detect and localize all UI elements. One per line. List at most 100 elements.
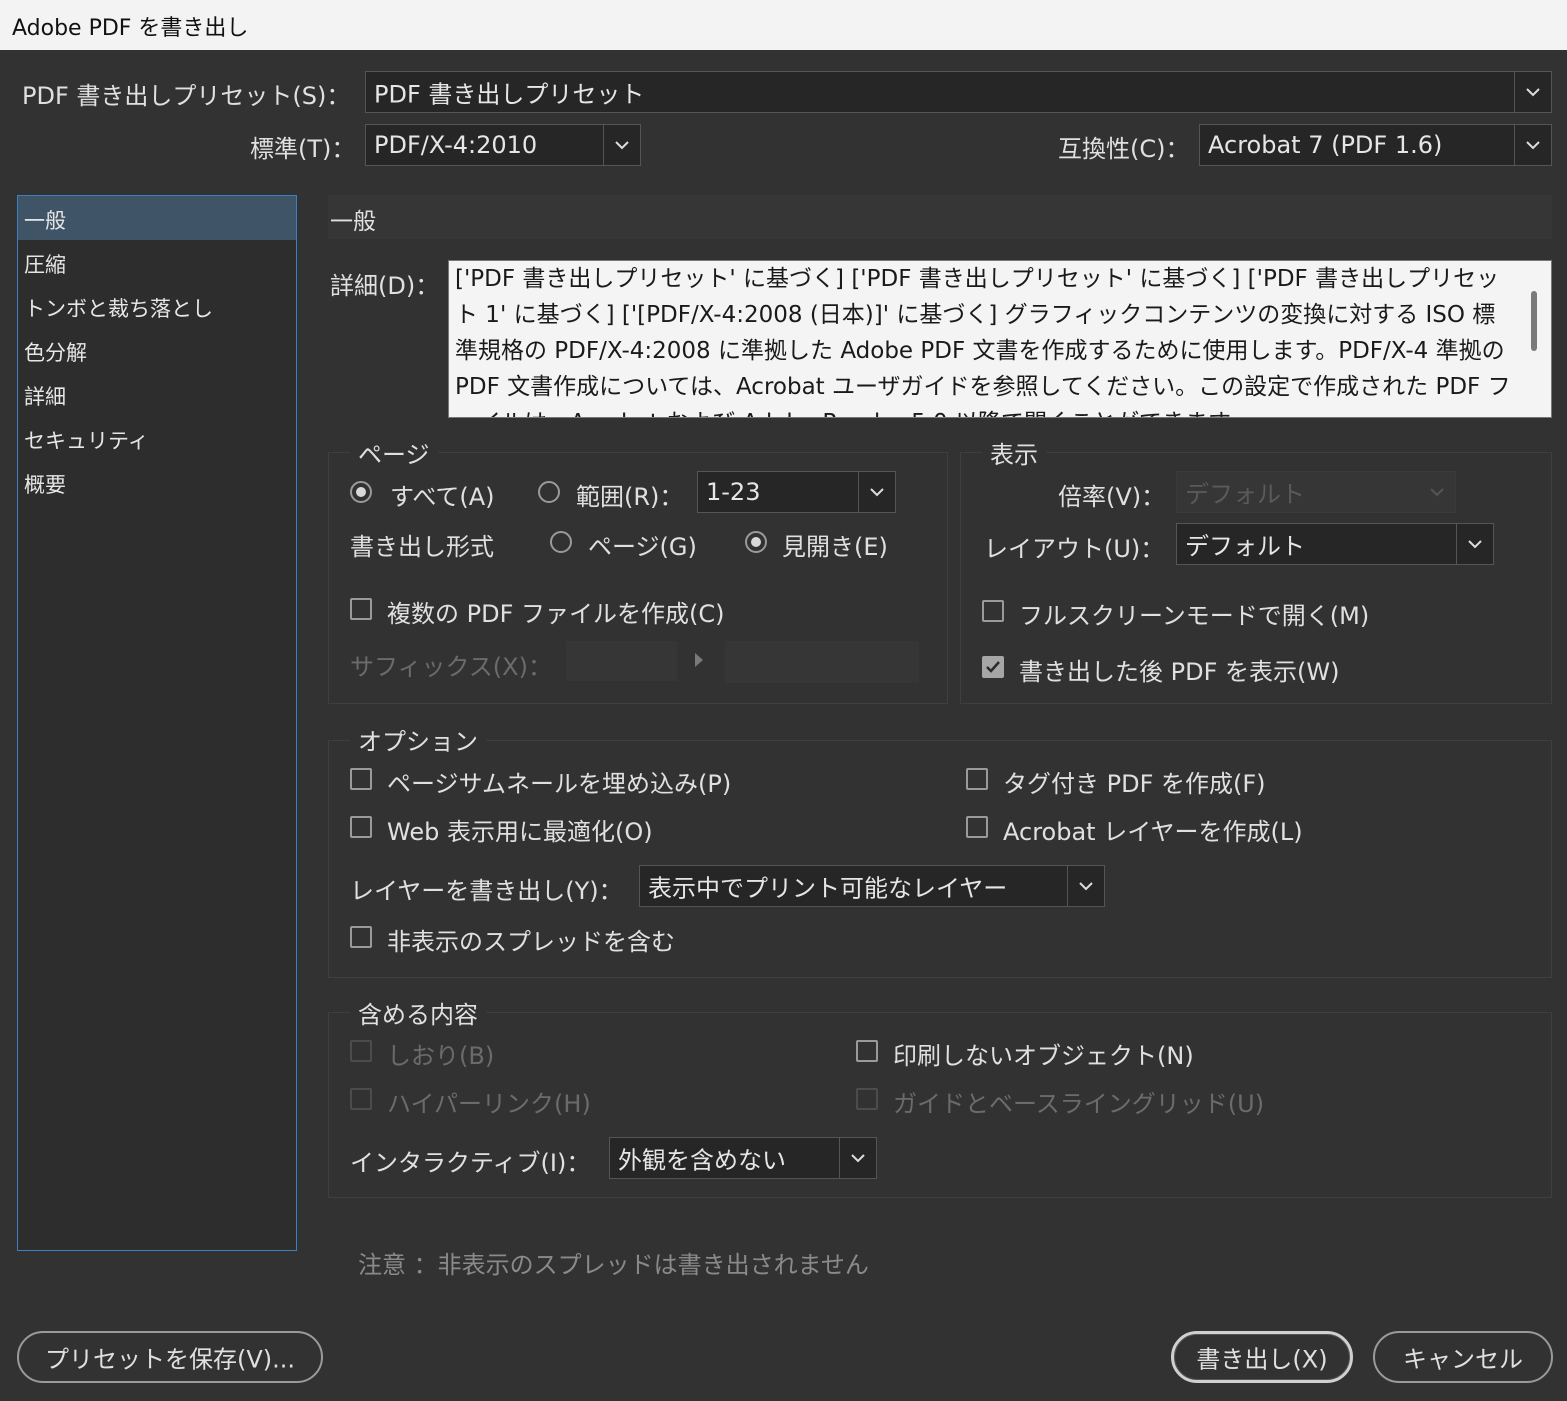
guides-checkbox[interactable] [856,1088,878,1110]
sidebar-item-general[interactable]: 一般 [18,196,296,240]
suffix-value-field[interactable] [725,641,919,683]
chevron-down-icon[interactable] [839,1138,876,1178]
hyperlinks-checkbox[interactable] [350,1088,372,1110]
scrollbar-thumb[interactable] [1531,291,1537,351]
sidebar-item-advanced[interactable]: 詳細 [18,372,296,416]
export-format-label: 書き出し形式 [350,533,494,561]
save-preset-label: プリセットを保存(V)... [44,1345,296,1374]
hidden-spreads-label: 非表示のスプレッドを含む [387,928,675,956]
compat-value: Acrobat 7 (PDF 1.6) [1208,131,1443,159]
tagged-pdf-label: タグ付き PDF を作成(F) [1003,770,1266,798]
standard-dropdown[interactable]: PDF/X-4:2010 [365,124,641,166]
pages-legend: ページ [350,435,438,470]
check-icon [986,661,1000,673]
zoom-label: 倍率(V)： [1058,483,1166,511]
range-radio[interactable] [538,481,560,503]
hidden-spreads-checkbox[interactable] [350,926,372,948]
tagged-pdf-checkbox[interactable] [966,768,988,790]
sidebar-item-label: セキュリティ [24,429,149,453]
standard-value: PDF/X-4:2010 [374,131,538,159]
chevron-down-icon[interactable] [1514,125,1551,165]
suffix-label: サフィックス(X)： [350,653,552,681]
all-pages-radio[interactable] [350,481,372,503]
sidebar-item-label: 一般 [24,209,66,233]
spreads-format-label: 見開き(E) [782,533,888,561]
bookmarks-label: しおり(B) [387,1042,495,1070]
export-button[interactable]: 書き出し(X) [1171,1331,1353,1383]
arrow-right-icon [694,646,704,674]
sidebar-item-summary[interactable]: 概要 [18,460,296,504]
web-optimize-label: Web 表示用に最適化(O) [387,818,653,846]
web-optimize-checkbox[interactable] [350,816,372,838]
cancel-button[interactable]: キャンセル [1373,1331,1553,1383]
chevron-down-icon[interactable] [1067,866,1104,906]
range-value: 1-23 [706,478,761,506]
preset-value: PDF 書き出しプリセット [374,80,645,109]
sidebar-item-marks-bleeds[interactable]: トンボと裁ち落とし [18,284,296,328]
acrobat-layers-label: Acrobat レイヤーを作成(L) [1003,818,1303,846]
view-after-label: 書き出した後 PDF を表示(W) [1019,658,1340,686]
standard-label: 標準(T)： [250,135,356,163]
sidebar-item-label: 概要 [24,473,66,497]
sidebar-item-compression[interactable]: 圧縮 [18,240,296,284]
multi-pdf-checkbox[interactable] [350,598,372,620]
sidebar-item-label: トンボと裁ち落とし [24,297,213,321]
guides-label: ガイドとベースライングリッド(U) [893,1090,1265,1118]
export-layers-label: レイヤーを書き出し(Y)： [350,877,623,905]
hyperlinks-label: ハイパーリンク(H) [387,1090,591,1118]
export-layers-dropdown[interactable]: 表示中でプリント可能なレイヤー [639,865,1105,907]
sidebar-item-security[interactable]: セキュリティ [18,416,296,460]
bookmarks-checkbox[interactable] [350,1040,372,1062]
chevron-down-icon[interactable] [858,472,895,512]
include-legend: 含める内容 [350,995,486,1030]
nonprinting-label: 印刷しないオブジェクト(N) [893,1042,1194,1070]
preset-label: PDF 書き出しプリセット(S)： [22,82,351,110]
description-label: 詳細(D)： [330,272,440,300]
range-label: 範囲(R)： [576,483,684,511]
sidebar-item-output[interactable]: 色分解 [18,328,296,372]
zoom-dropdown[interactable]: デフォルト [1176,471,1456,513]
title-bar: Adobe PDF を書き出し [0,0,1567,50]
suffix-field[interactable] [566,641,677,681]
compat-dropdown[interactable]: Acrobat 7 (PDF 1.6) [1199,124,1552,166]
sidebar-item-label: 圧縮 [24,253,66,277]
thumbnails-label: ページサムネールを埋め込み(P) [387,770,732,798]
pages-format-label: ページ(G) [588,533,697,561]
interactive-value: 外観を含めない [618,1146,786,1175]
interactive-label: インタラクティブ(I)： [350,1149,591,1177]
warning-note: 注意 ：非表示のスプレッドは書き出されません [358,1251,869,1279]
layout-label: レイアウト(U)： [984,535,1165,563]
sidebar-item-label: 色分解 [24,341,87,365]
export-layers-value: 表示中でプリント可能なレイヤー [648,874,1008,903]
all-pages-label: すべて(A) [390,483,495,511]
cancel-label: キャンセル [1403,1345,1523,1374]
spreads-format-radio[interactable] [745,531,767,553]
layout-dropdown[interactable]: デフォルト [1176,523,1494,565]
acrobat-layers-checkbox[interactable] [966,816,988,838]
fullscreen-label: フルスクリーンモードで開く(M) [1019,602,1370,630]
save-preset-button[interactable]: プリセットを保存(V)... [17,1331,323,1383]
chevron-down-icon[interactable] [603,125,640,165]
preset-dropdown[interactable]: PDF 書き出しプリセット [365,71,1552,113]
chevron-down-icon [1419,472,1455,512]
interactive-dropdown[interactable]: 外観を含めない [609,1137,877,1179]
zoom-value: デフォルト [1185,480,1305,509]
chevron-down-icon[interactable] [1456,524,1493,564]
sidebar-item-label: 詳細 [24,385,66,409]
pages-format-radio[interactable] [550,531,572,553]
multi-pdf-label: 複数の PDF ファイルを作成(C) [387,600,725,628]
view-legend: 表示 [982,435,1046,470]
window-title: Adobe PDF を書き出し [12,16,249,41]
range-dropdown[interactable]: 1-23 [697,471,896,513]
compat-label: 互換性(C)： [1058,135,1190,163]
category-list[interactable]: 一般 圧縮 トンボと裁ち落とし 色分解 詳細 セキュリティ 概要 [17,195,297,1251]
thumbnails-checkbox[interactable] [350,768,372,790]
export-label: 書き出し(X) [1196,1345,1328,1374]
view-after-checkbox[interactable] [982,656,1004,678]
fullscreen-checkbox[interactable] [982,600,1004,622]
section-title: 一般 [330,209,376,235]
layout-value: デフォルト [1185,532,1305,561]
nonprinting-checkbox[interactable] [856,1040,878,1062]
chevron-down-icon[interactable] [1514,72,1551,112]
description-textarea[interactable]: ['PDF 書き出しプリセット' に基づく] ['PDF 書き出しプリセット' … [448,260,1552,418]
